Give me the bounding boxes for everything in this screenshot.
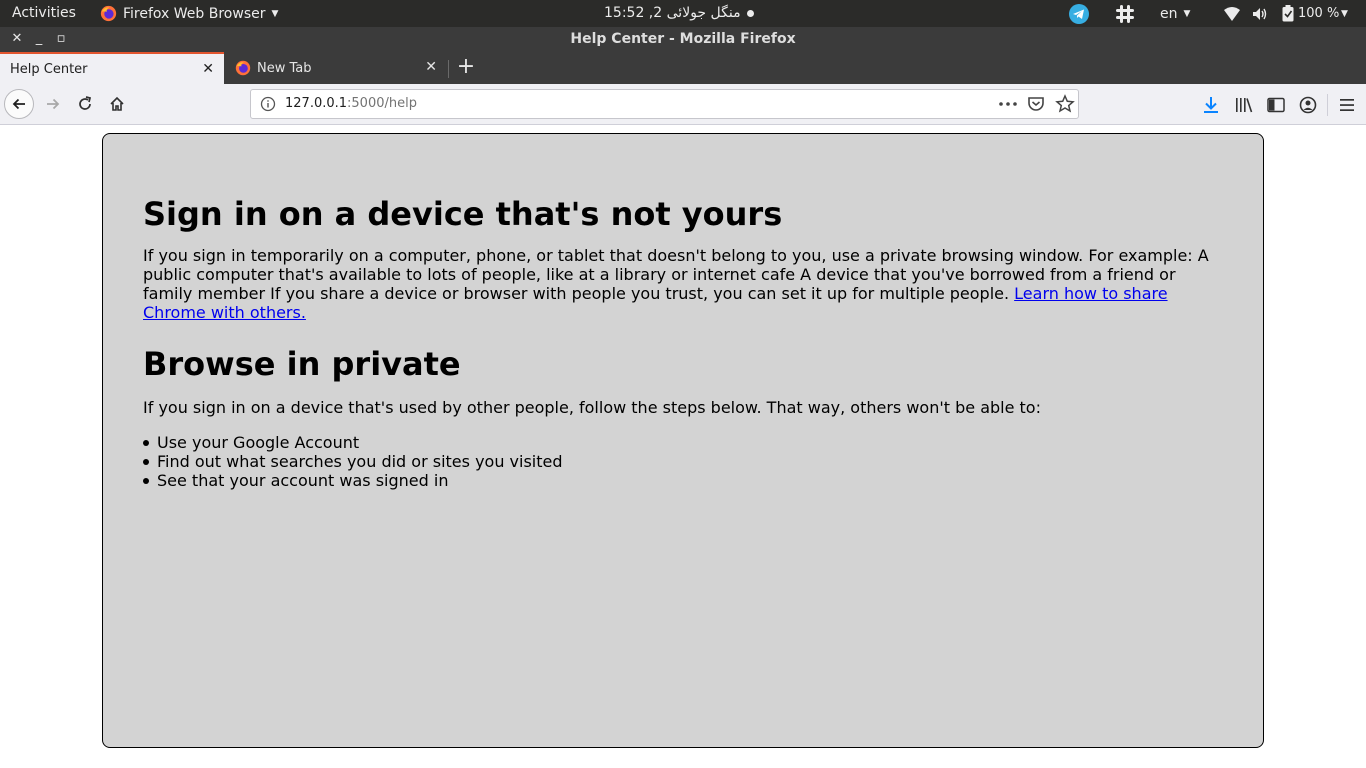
- open-menu-button[interactable]: [1336, 94, 1358, 116]
- language-indicator[interactable]: en ▼: [1160, 0, 1190, 27]
- tab-divider: [448, 60, 449, 78]
- steps-list: Use your Google Account Find out what se…: [143, 433, 1223, 490]
- tab-help-center[interactable]: Help Center ✕: [0, 52, 224, 84]
- list-item: Use your Google Account: [143, 433, 1223, 452]
- bookmark-star-icon[interactable]: [1055, 94, 1075, 114]
- clock-label: منگل جولائی 2, 15:52: [604, 5, 741, 21]
- url-host: 127.0.0.1: [285, 96, 348, 111]
- url-text[interactable]: 127.0.0.1:5000/help: [285, 96, 417, 111]
- close-tab-icon[interactable]: ✕: [202, 61, 214, 77]
- list-item-text: Use your Google Account: [157, 433, 360, 452]
- battery-indicator[interactable]: 100 %: [1282, 0, 1339, 27]
- help-card: Sign in on a device that's not yours If …: [102, 133, 1264, 748]
- browse-private-paragraph: If you sign in on a device that's used b…: [143, 398, 1041, 417]
- volume-icon[interactable]: [1252, 0, 1268, 27]
- downloads-button[interactable]: [1200, 94, 1222, 116]
- wifi-icon[interactable]: [1223, 0, 1241, 27]
- tab-new-tab[interactable]: New Tab ✕: [225, 52, 447, 84]
- clock[interactable]: منگل جولائی 2, 15:52: [604, 5, 754, 21]
- battery-icon: [1282, 5, 1294, 22]
- page-content: Sign in on a device that's not yours If …: [0, 125, 1366, 768]
- new-tab-plus-icon[interactable]: +: [455, 56, 477, 78]
- list-item-text: See that your account was signed in: [157, 471, 449, 490]
- page-actions-icon[interactable]: [996, 94, 1020, 114]
- forward-button[interactable]: [38, 89, 68, 119]
- library-icon: [1236, 98, 1253, 113]
- toolbar-separator: [1327, 94, 1328, 116]
- slack-tray-icon[interactable]: [1115, 0, 1135, 27]
- sign-in-paragraph: If you sign in temporarily on a computer…: [143, 246, 1223, 322]
- firefox-icon: [235, 60, 251, 76]
- url-path: :5000/help: [347, 96, 417, 111]
- account-button[interactable]: [1297, 94, 1319, 116]
- download-arrow-icon: [1204, 97, 1218, 113]
- page-heading-browse-private: Browse in private: [143, 345, 461, 383]
- telegram-tray-icon[interactable]: [1068, 0, 1090, 27]
- home-button[interactable]: [102, 89, 132, 119]
- firefox-icon: [100, 5, 117, 22]
- battery-label: 100 %: [1298, 6, 1340, 21]
- window-title: Help Center - Mozilla Firefox: [570, 31, 796, 47]
- library-button[interactable]: [1233, 94, 1255, 116]
- list-item: Find out what searches you did or sites …: [143, 452, 1223, 471]
- navigation-toolbar: 127.0.0.1:5000/help: [0, 84, 1366, 125]
- sidebar-icon: [1267, 97, 1285, 113]
- app-menu[interactable]: Firefox Web Browser ▼: [100, 5, 278, 22]
- bullet-icon: [143, 440, 149, 446]
- caret-down-icon: ▼: [1183, 8, 1191, 19]
- url-bar[interactable]: 127.0.0.1:5000/help: [250, 89, 1079, 119]
- home-icon: [110, 96, 124, 111]
- tab-label: New Tab: [257, 60, 312, 76]
- activities-button[interactable]: Activities: [12, 5, 76, 21]
- window-title-bar: ✕ _ ▫ Help Center - Mozilla Firefox: [0, 27, 1366, 52]
- account-icon: [1299, 96, 1317, 114]
- system-top-bar: Activities Firefox Web Browser ▼ منگل جو…: [0, 0, 1366, 27]
- slack-icon: [1116, 4, 1134, 23]
- back-button[interactable]: [4, 89, 34, 119]
- pocket-icon[interactable]: [1027, 95, 1045, 113]
- site-info-icon[interactable]: [260, 96, 276, 112]
- notification-dot-icon: [746, 9, 754, 17]
- language-label: en: [1160, 5, 1178, 22]
- back-arrow-icon: [12, 98, 25, 110]
- close-tab-icon[interactable]: ✕: [425, 59, 437, 75]
- tab-strip: Help Center ✕ New Tab ✕ +: [0, 52, 1366, 84]
- tab-label: Help Center: [10, 61, 88, 77]
- bullet-icon: [143, 459, 149, 465]
- bullet-icon: [143, 478, 149, 484]
- sidebar-button[interactable]: [1265, 94, 1287, 116]
- caret-down-icon: ▼: [271, 8, 279, 19]
- list-item: See that your account was signed in: [143, 471, 1223, 490]
- telegram-icon: [1069, 3, 1089, 24]
- system-menu-caret-icon[interactable]: ▼: [1341, 0, 1348, 27]
- reload-button[interactable]: [70, 89, 100, 119]
- page-heading-sign-in: Sign in on a device that's not yours: [143, 195, 783, 233]
- list-item-text: Find out what searches you did or sites …: [157, 452, 563, 471]
- reload-icon: [79, 96, 92, 110]
- hamburger-menu-icon: [1340, 99, 1354, 111]
- app-menu-label: Firefox Web Browser: [123, 5, 266, 22]
- forward-arrow-icon: [47, 98, 60, 110]
